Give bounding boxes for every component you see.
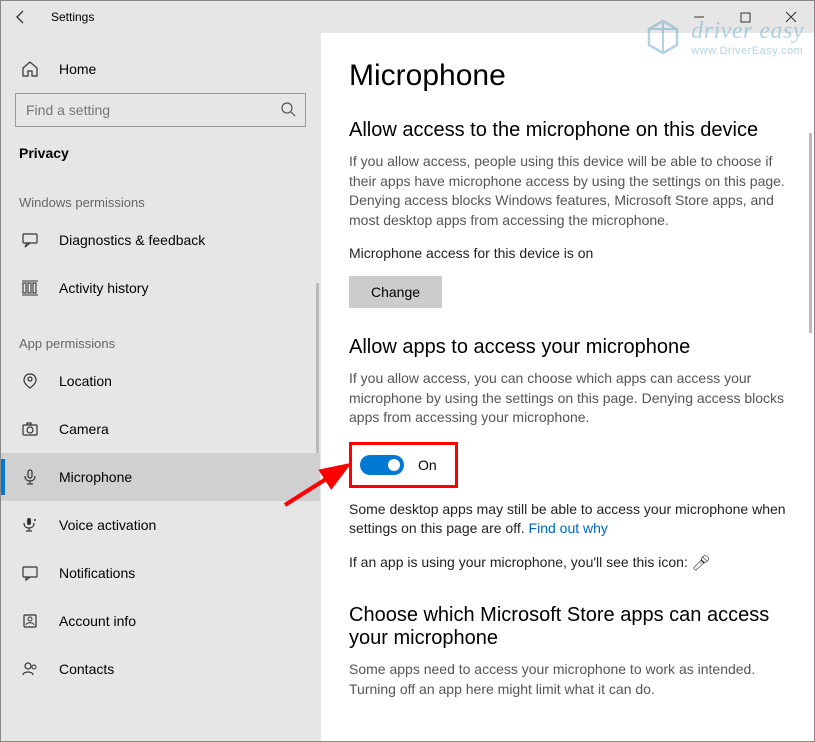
camera-icon — [19, 420, 41, 438]
search-input[interactable] — [15, 93, 306, 127]
maximize-button[interactable] — [722, 1, 768, 33]
microphone-icon — [19, 468, 41, 486]
sidebar-item-label: Contacts — [59, 661, 114, 677]
sidebar-home[interactable]: Home — [1, 49, 320, 89]
section2-note: Some desktop apps may still be able to a… — [349, 500, 786, 539]
maximize-icon — [740, 12, 751, 23]
sidebar-item-notifications[interactable]: Notifications — [1, 549, 320, 597]
sidebar-item-label: Activity history — [59, 280, 148, 296]
sidebar-item-activity-history[interactable]: Activity history — [1, 264, 320, 312]
home-icon — [19, 60, 41, 78]
change-button[interactable]: Change — [349, 276, 442, 308]
sidebar-item-label: Account info — [59, 613, 136, 629]
find-out-why-link[interactable]: Find out why — [529, 520, 608, 536]
toggle-knob — [388, 459, 400, 471]
toggle-label: On — [418, 457, 437, 473]
window-controls — [676, 1, 814, 33]
close-button[interactable] — [768, 1, 814, 33]
search-container — [15, 93, 306, 127]
back-button[interactable] — [1, 1, 41, 33]
group-app-permissions: App permissions — [1, 312, 320, 357]
section3-body: Some apps need to access your microphone… — [349, 660, 786, 699]
main-scrollbar[interactable] — [809, 133, 812, 333]
close-icon — [785, 11, 797, 23]
window-title: Settings — [51, 10, 94, 24]
search-icon — [280, 101, 296, 117]
location-icon — [19, 372, 41, 390]
allow-apps-toggle[interactable] — [360, 455, 404, 475]
sidebar: Home Privacy Windows permissions Diagnos… — [1, 33, 321, 741]
minimize-button[interactable] — [676, 1, 722, 33]
minimize-icon — [693, 11, 705, 23]
page-title: Microphone — [349, 59, 786, 93]
toggle-highlight: On — [349, 442, 458, 488]
group-windows-permissions: Windows permissions — [1, 171, 320, 216]
sidebar-item-diagnostics[interactable]: Diagnostics & feedback — [1, 216, 320, 264]
titlebar: Settings — [1, 1, 814, 33]
activity-icon — [19, 279, 41, 297]
sidebar-item-label: Diagnostics & feedback — [59, 232, 205, 248]
arrow-left-icon — [13, 9, 29, 25]
feedback-icon — [19, 231, 41, 249]
sidebar-item-label: Notifications — [59, 565, 135, 581]
section1-status: Microphone access for this device is on — [349, 244, 786, 264]
sidebar-item-label: Location — [59, 373, 112, 389]
sidebar-active-section[interactable]: Privacy — [1, 135, 320, 171]
section3-heading: Choose which Microsoft Store apps can ac… — [349, 604, 786, 650]
sidebar-item-location[interactable]: Location — [1, 357, 320, 405]
main-content: Microphone Allow access to the microphon… — [321, 33, 814, 741]
voice-icon — [19, 516, 41, 534]
usage-note: If an app is using your microphone, you'… — [349, 553, 786, 574]
sidebar-item-contacts[interactable]: Contacts — [1, 645, 320, 693]
sidebar-item-camera[interactable]: Camera — [1, 405, 320, 453]
section1-body: If you allow access, people using this d… — [349, 152, 786, 230]
section2-heading: Allow apps to access your microphone — [349, 336, 786, 359]
account-icon — [19, 612, 41, 630]
section2-body: If you allow access, you can choose whic… — [349, 369, 786, 428]
contacts-icon — [19, 660, 41, 678]
sidebar-item-microphone[interactable]: Microphone — [1, 453, 320, 501]
usage-note-text: If an app is using your microphone, you'… — [349, 554, 692, 570]
microphone-indicator-icon: 🎤︎ — [692, 555, 711, 572]
sidebar-item-label: Microphone — [59, 469, 132, 485]
sidebar-item-label: Voice activation — [59, 517, 156, 533]
sidebar-home-label: Home — [59, 61, 96, 77]
sidebar-item-account-info[interactable]: Account info — [1, 597, 320, 645]
notifications-icon — [19, 564, 41, 582]
section1-heading: Allow access to the microphone on this d… — [349, 119, 786, 142]
sidebar-item-voice-activation[interactable]: Voice activation — [1, 501, 320, 549]
sidebar-item-label: Camera — [59, 421, 109, 437]
